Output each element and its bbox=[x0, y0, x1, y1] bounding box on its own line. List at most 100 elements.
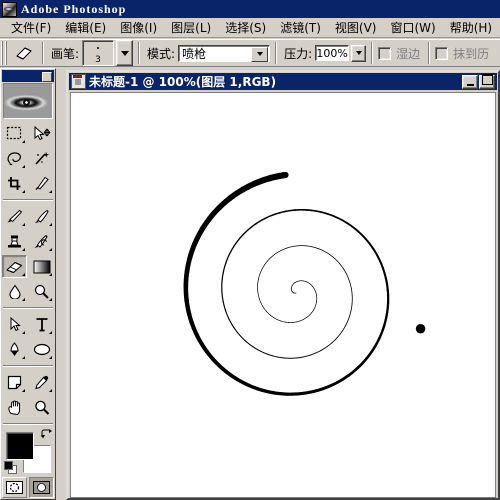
tool-grid bbox=[1, 121, 55, 420]
options-bar-grip[interactable] bbox=[1, 41, 9, 65]
mode-value: 喷枪 bbox=[182, 46, 207, 61]
mode-select[interactable]: 喷枪 bbox=[178, 44, 271, 62]
erase-to-history-checkbox-group[interactable]: 抹到历 bbox=[435, 45, 492, 62]
tool-flyout-corner bbox=[22, 298, 25, 301]
wet-edges-checkbox[interactable] bbox=[378, 46, 392, 60]
options-separator-3 bbox=[275, 42, 278, 64]
move-tool[interactable] bbox=[29, 122, 54, 145]
paintbrush-tool[interactable] bbox=[29, 205, 54, 228]
erase-to-history-checkbox[interactable] bbox=[435, 46, 449, 60]
mode-dropdown-arrow[interactable] bbox=[251, 46, 269, 62]
tool-options-bar: 画笔: 3 模式: 喷枪 压力: 100% 湿边 抹到历 bbox=[0, 39, 500, 67]
maximize-icon bbox=[481, 73, 493, 85]
options-separator-5 bbox=[428, 42, 431, 64]
toolbox-divider bbox=[3, 365, 53, 367]
wet-edges-label: 湿边 bbox=[396, 46, 421, 61]
photoshop-application-window: Adobe Photoshop 文件(F) 编辑(E) 图像(I) 图层(L) … bbox=[0, 0, 500, 500]
hand-tool[interactable] bbox=[2, 396, 27, 419]
spiral-path-group bbox=[183, 171, 426, 396]
toolbox-title-bar[interactable] bbox=[2, 70, 54, 82]
history-brush-tool[interactable] bbox=[29, 230, 54, 253]
menu-image[interactable]: 图像(I) bbox=[113, 17, 164, 38]
document-title-bar[interactable]: 未标题-1 @ 100%(图层 1,RGB) bbox=[69, 73, 497, 90]
application-title: Adobe Photoshop bbox=[21, 1, 127, 16]
tool-flyout-corner bbox=[22, 273, 25, 276]
default-colors-icon[interactable] bbox=[4, 461, 17, 474]
chevron-down-icon bbox=[256, 52, 263, 56]
quick-mask-mode-button[interactable] bbox=[29, 477, 54, 498]
mode-label: 模式: bbox=[147, 46, 176, 61]
menu-help[interactable]: 帮助(H) bbox=[443, 17, 499, 38]
crop-tool[interactable] bbox=[2, 172, 27, 195]
healing-brush-tool[interactable] bbox=[2, 205, 27, 228]
marquee-tool[interactable] bbox=[2, 122, 27, 145]
options-separator-2 bbox=[138, 42, 141, 64]
menu-select[interactable]: 选择(S) bbox=[218, 17, 273, 38]
foreground-color-swatch[interactable] bbox=[6, 432, 34, 460]
erase-to-history-label: 抹到历 bbox=[453, 46, 490, 61]
menu-file[interactable]: 文件(F) bbox=[4, 17, 58, 38]
zoom-tool[interactable] bbox=[29, 396, 54, 419]
type-tool[interactable] bbox=[29, 313, 54, 336]
default-fg-square bbox=[4, 461, 13, 470]
document-window-buttons bbox=[461, 73, 495, 89]
tool-flyout-corner bbox=[22, 248, 25, 251]
blur-tool[interactable] bbox=[2, 280, 27, 303]
menu-layer[interactable]: 图层(L) bbox=[164, 17, 218, 38]
pressure-input[interactable]: 100% bbox=[315, 45, 350, 61]
toolbox-divider bbox=[3, 423, 53, 425]
image-canvas[interactable] bbox=[70, 92, 496, 498]
clone-stamp-tool[interactable] bbox=[2, 230, 27, 253]
brush-label: 画笔: bbox=[51, 46, 80, 61]
application-title-bar: Adobe Photoshop bbox=[0, 0, 500, 18]
brush-picker-dropdown-button[interactable] bbox=[116, 40, 134, 66]
menu-filter[interactable]: 滤镜(T) bbox=[273, 17, 328, 38]
toolbox-divider bbox=[3, 307, 53, 309]
minimize-icon bbox=[466, 83, 474, 86]
eyedropper-tool[interactable] bbox=[29, 371, 54, 394]
mask-mode-row bbox=[1, 477, 55, 498]
menu-window[interactable]: 窗口(W) bbox=[383, 17, 442, 38]
brush-tip-dot bbox=[97, 47, 100, 49]
slice-tool[interactable] bbox=[29, 172, 54, 195]
tool-flyout-corner bbox=[49, 273, 52, 276]
tool-flyout-corner bbox=[49, 248, 52, 251]
menu-edit[interactable]: 编辑(E) bbox=[58, 17, 113, 38]
notes-tool[interactable] bbox=[2, 371, 27, 394]
brush-size-value: 3 bbox=[95, 55, 101, 65]
menu-view[interactable]: 视图(V) bbox=[328, 17, 384, 38]
tool-flyout-corner bbox=[49, 356, 52, 359]
toolbox-palette bbox=[0, 68, 56, 500]
standard-mode-button[interactable] bbox=[2, 477, 27, 498]
tool-flyout-corner bbox=[49, 190, 52, 193]
brush-preview[interactable]: 3 bbox=[82, 40, 115, 66]
menu-bar: 文件(F) 编辑(E) 图像(I) 图层(L) 选择(S) 滤镜(T) 视图(V… bbox=[0, 18, 500, 38]
document-maximize-button[interactable] bbox=[479, 73, 495, 89]
pressure-slider-button[interactable] bbox=[351, 44, 367, 62]
eraser-tool[interactable] bbox=[2, 255, 27, 278]
document-icon bbox=[71, 74, 86, 89]
dodge-tool[interactable] bbox=[29, 280, 54, 303]
path-selection-tool[interactable] bbox=[2, 313, 27, 336]
tool-flyout-corner bbox=[49, 389, 52, 392]
lasso-tool[interactable] bbox=[2, 147, 27, 170]
document-title: 未标题-1 @ 100%(图层 1,RGB) bbox=[89, 75, 277, 89]
gradient-tool[interactable] bbox=[29, 255, 54, 278]
tool-flyout-corner bbox=[49, 331, 52, 334]
tool-flyout-corner bbox=[49, 223, 52, 226]
tool-flyout-corner bbox=[22, 223, 25, 226]
ellipse-shape-tool[interactable] bbox=[29, 338, 54, 361]
options-separator-4 bbox=[371, 42, 374, 64]
swap-colors-icon[interactable] bbox=[41, 428, 52, 439]
document-window: 未标题-1 @ 100%(图层 1,RGB) bbox=[66, 70, 500, 500]
eraser-icon[interactable] bbox=[11, 41, 37, 65]
document-minimize-button[interactable] bbox=[462, 74, 478, 89]
pen-tool[interactable] bbox=[2, 338, 27, 361]
tool-flyout-corner bbox=[22, 165, 25, 168]
toolbox-divider bbox=[3, 199, 53, 201]
color-swatches bbox=[4, 428, 52, 474]
tool-flyout-corner bbox=[49, 298, 52, 301]
magic-wand-tool[interactable] bbox=[29, 147, 54, 170]
wet-edges-checkbox-group[interactable]: 湿边 bbox=[378, 45, 423, 62]
photoshop-eye-icon bbox=[2, 1, 17, 17]
